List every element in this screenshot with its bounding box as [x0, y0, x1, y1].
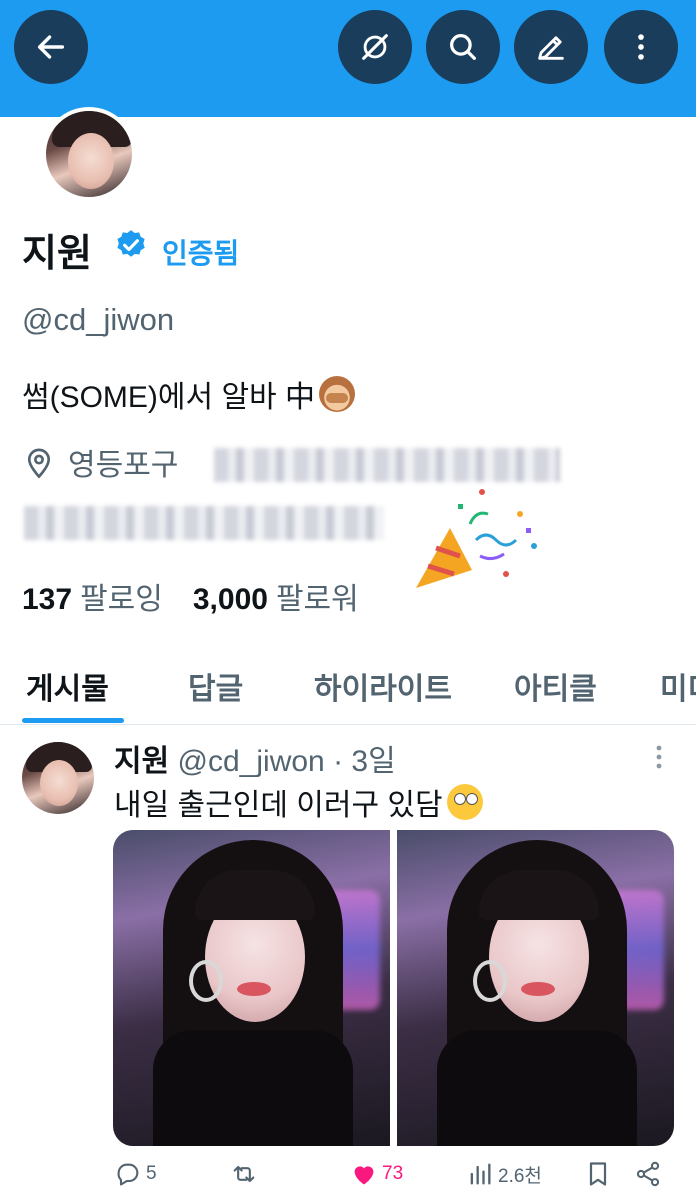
kebab-icon [638, 34, 644, 60]
verified-badge-icon [117, 230, 145, 257]
heart-filled-icon [354, 1166, 374, 1185]
tab-posts[interactable]: 게시물 [26, 664, 109, 708]
post-photo-1[interactable] [113, 830, 390, 1146]
search-button[interactable] [426, 10, 500, 84]
verified-label[interactable]: 인증됨 [162, 232, 239, 272]
views-button[interactable]: 2.6천 [466, 1160, 542, 1188]
following-link[interactable]: 137 팔로잉 [22, 574, 163, 618]
follow-stats: 137 팔로잉 3,000 팔로워 [22, 574, 359, 618]
share-button[interactable] [634, 1160, 666, 1188]
tab-highlights[interactable]: 하이라이트 [314, 664, 452, 708]
blurred-info [24, 506, 384, 540]
post-author-name[interactable]: 지원 [114, 745, 169, 778]
followers-label: 팔로워 [275, 583, 359, 616]
post-text: 내일 출근인데 이러구 있담 [114, 780, 483, 824]
grok-button[interactable] [338, 10, 412, 84]
post-age[interactable]: 3일 [351, 745, 395, 778]
post-separator: · [324, 745, 352, 778]
post-author-avatar[interactable] [22, 742, 94, 814]
post-more-icon[interactable] [650, 742, 668, 772]
pencil-icon [538, 36, 564, 60]
like-button[interactable]: 73 [350, 1160, 403, 1188]
reply-button[interactable]: 5 [114, 1160, 157, 1188]
profile-tabs: 게시물 답글 하이라이트 아티클 미디 [0, 640, 696, 725]
tab-replies[interactable]: 답글 [188, 664, 243, 708]
speak-no-evil-monkey-emoji [319, 376, 355, 412]
repost-icon [233, 1165, 255, 1183]
location-pin-icon [27, 448, 51, 479]
view-count: 2.6천 [498, 1165, 542, 1187]
search-icon [450, 34, 476, 60]
share-icon [636, 1161, 660, 1187]
post-header: 지원 @cd_jiwon · 3일 [114, 736, 396, 780]
blurred-info [214, 448, 560, 482]
followers-count: 3,000 [192, 583, 268, 616]
bookmark-button[interactable] [584, 1160, 616, 1188]
post-actions: 5 73 2.6천 [110, 1160, 690, 1200]
post-photo-2[interactable] [397, 830, 674, 1146]
profile-name: 지원 [22, 233, 92, 275]
profile-location: 영등포구 [24, 440, 178, 484]
arrow-left-icon [37, 35, 65, 59]
reply-count: 5 [146, 1163, 157, 1184]
followers-link[interactable]: 3,000 팔로워 [193, 574, 359, 618]
following-label: 팔로잉 [80, 583, 163, 616]
tab-articles[interactable]: 아티클 [514, 664, 597, 708]
post-body: 내일 출근인데 이러구 있담 [114, 789, 443, 822]
reply-icon [117, 1163, 139, 1186]
tab-media[interactable]: 미디 [660, 664, 696, 708]
bookmark-icon [589, 1162, 607, 1186]
grok-icon [362, 34, 388, 60]
active-tab-indicator [22, 718, 124, 723]
face-with-rolling-eyes-emoji [446, 784, 483, 820]
back-button[interactable] [14, 10, 88, 84]
location-text: 영등포구 [68, 449, 179, 482]
profile-bio: 썸(SOME)에서 알바 中 [22, 372, 355, 416]
profile-avatar[interactable] [42, 107, 136, 201]
bio-text: 썸(SOME)에서 알바 中 [22, 381, 315, 414]
more-options-button[interactable] [604, 10, 678, 84]
edit-button[interactable] [514, 10, 588, 84]
post-author-handle[interactable]: @cd_jiwon [178, 745, 325, 778]
bar-chart-icon [470, 1163, 491, 1185]
repost-button[interactable] [230, 1160, 262, 1188]
following-count: 137 [22, 583, 73, 616]
profile-handle: @cd_jiwon [22, 302, 175, 337]
party-popper-emoji [416, 489, 537, 588]
like-count: 73 [382, 1163, 404, 1184]
